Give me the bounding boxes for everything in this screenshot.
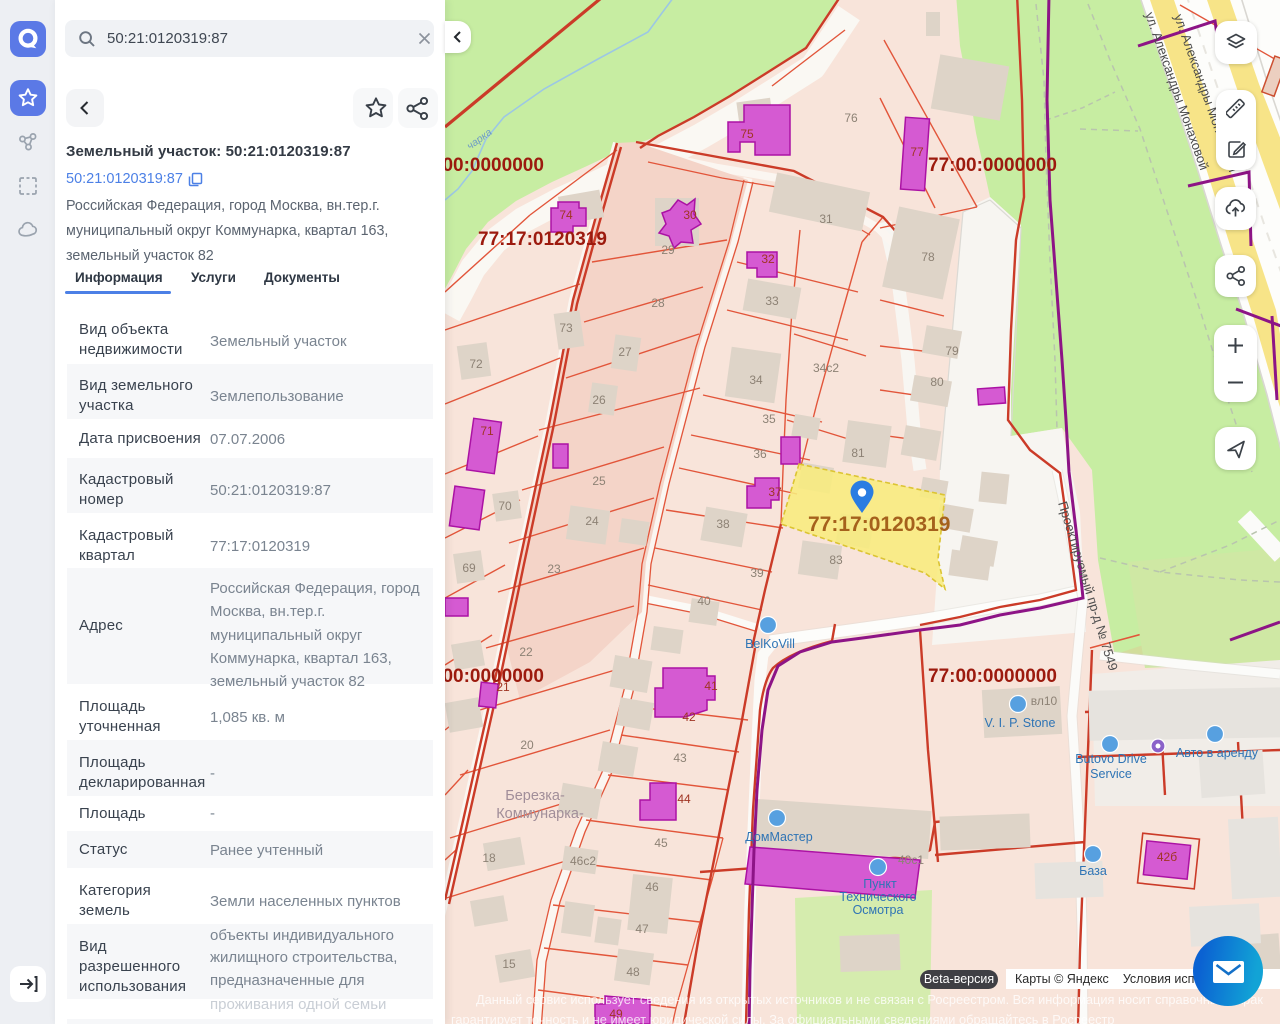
svg-text:27: 27: [618, 345, 632, 359]
svg-text:48: 48: [626, 965, 640, 979]
svg-text:Авто в аренду: Авто в аренду: [1176, 746, 1259, 760]
svg-text:18: 18: [482, 851, 496, 865]
svg-text:39: 39: [750, 566, 764, 580]
svg-text:75: 75: [740, 127, 754, 141]
svg-text:28: 28: [651, 296, 665, 310]
svg-text:80: 80: [930, 375, 944, 389]
svg-text:21: 21: [496, 680, 510, 694]
svg-text:79: 79: [945, 344, 959, 358]
svg-text:40с1: 40с1: [898, 853, 924, 867]
svg-text:77:00:0000000: 77:00:0000000: [445, 666, 544, 687]
svg-text:Butovo Drive: Butovo Drive: [1075, 752, 1147, 766]
svg-text:Березка-: Березка-: [505, 788, 565, 804]
svg-text:83: 83: [829, 553, 843, 567]
svg-text:Коммунарка-: Коммунарка-: [496, 806, 584, 822]
svg-text:71: 71: [480, 424, 494, 438]
svg-text:77:00:0000000: 77:00:0000000: [445, 155, 544, 176]
svg-text:73: 73: [559, 321, 573, 335]
svg-text:38: 38: [716, 517, 730, 531]
svg-text:35: 35: [762, 412, 776, 426]
svg-text:ДомМастер: ДомМастер: [745, 830, 812, 844]
svg-text:42б: 42б: [1157, 850, 1177, 864]
svg-text:24: 24: [585, 514, 599, 528]
svg-text:69: 69: [462, 561, 476, 575]
svg-text:81: 81: [851, 446, 865, 460]
svg-text:41: 41: [704, 679, 718, 693]
svg-text:77:17:0120319: 77:17:0120319: [478, 229, 607, 250]
svg-text:40: 40: [697, 594, 711, 608]
svg-text:26: 26: [592, 393, 606, 407]
svg-text:77: 77: [910, 145, 924, 159]
svg-text:76: 76: [844, 111, 858, 125]
svg-text:46: 46: [645, 880, 659, 894]
svg-text:V. I. P. Stone: V. I. P. Stone: [985, 716, 1056, 730]
svg-text:22: 22: [519, 645, 533, 659]
svg-text:43: 43: [673, 751, 687, 765]
svg-text:77:00:0000000: 77:00:0000000: [928, 155, 1057, 176]
svg-text:вл10: вл10: [1031, 694, 1058, 708]
svg-text:44: 44: [677, 792, 691, 806]
svg-text:Технического: Технического: [839, 890, 916, 904]
svg-text:42: 42: [682, 710, 696, 724]
svg-text:78: 78: [921, 250, 935, 264]
svg-text:72: 72: [469, 357, 483, 371]
svg-text:15: 15: [502, 957, 516, 971]
svg-text:25: 25: [592, 474, 606, 488]
svg-text:36: 36: [753, 447, 767, 461]
svg-text:BelKoVill: BelKoVill: [745, 637, 795, 651]
svg-text:31: 31: [819, 212, 833, 226]
svg-text:Осмотра: Осмотра: [853, 903, 904, 917]
svg-text:33: 33: [765, 294, 779, 308]
svg-text:37: 37: [768, 485, 782, 499]
svg-text:32: 32: [761, 252, 775, 266]
svg-text:База: База: [1079, 864, 1107, 878]
svg-text:77:00:0000000: 77:00:0000000: [928, 666, 1057, 687]
svg-text:29: 29: [661, 243, 675, 257]
svg-text:46с2: 46с2: [570, 854, 596, 868]
svg-text:47: 47: [635, 922, 649, 936]
svg-text:70: 70: [498, 499, 512, 513]
svg-text:Service: Service: [1090, 767, 1132, 781]
svg-text:77:17:0120319: 77:17:0120319: [808, 513, 950, 536]
svg-text:23: 23: [547, 562, 561, 576]
svg-text:34с2: 34с2: [813, 361, 839, 375]
svg-text:20: 20: [520, 738, 534, 752]
svg-text:45: 45: [654, 836, 668, 850]
svg-text:Пункт: Пункт: [863, 877, 897, 891]
svg-text:74: 74: [559, 208, 573, 222]
svg-text:30: 30: [683, 208, 697, 222]
svg-text:34: 34: [749, 373, 763, 387]
